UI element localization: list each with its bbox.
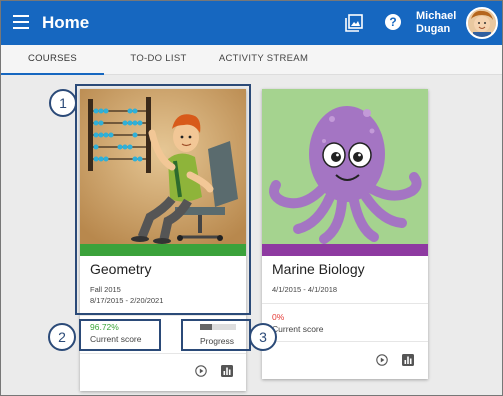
app-bar: Home ? Michael Dugan	[1, 1, 502, 45]
play-icon[interactable]	[195, 365, 207, 377]
current-score-label-marine-biology: Current score	[272, 324, 324, 334]
user-first-name: Michael	[416, 10, 457, 22]
callout-box-current-score	[79, 319, 161, 351]
tab-bar: COURSES TO-DO LIST ACTIVITY STREAM	[1, 45, 502, 75]
card-divider	[262, 303, 428, 304]
user-name[interactable]: Michael Dugan	[416, 10, 456, 36]
play-icon[interactable]	[376, 354, 388, 366]
help-icon[interactable]: ?	[385, 14, 401, 30]
course-dates-marine-biology: 4/1/2015 - 4/1/2018	[272, 285, 338, 294]
menu-icon[interactable]	[13, 15, 29, 29]
course-image-marine-biology	[262, 89, 428, 244]
tab-todo-list[interactable]: TO-DO LIST	[121, 45, 196, 75]
callout-box-progress	[181, 319, 251, 351]
current-score-value-marine-biology: 0%	[272, 312, 285, 322]
tab-activity-stream[interactable]: ACTIVITY STREAM	[211, 45, 316, 75]
user-last-name: Dugan	[416, 23, 451, 35]
gallery-icon[interactable]	[345, 14, 363, 32]
chart-icon[interactable]	[221, 365, 233, 377]
course-title-marine-biology[interactable]: Marine Biology	[272, 261, 365, 277]
callout-number: 2	[48, 323, 76, 351]
callout-number: 1	[49, 89, 77, 117]
page-title: Home	[42, 13, 90, 32]
avatar[interactable]	[466, 7, 498, 39]
card-divider	[80, 353, 246, 354]
callout-number: 3	[249, 323, 277, 351]
course-stripe-marine-biology	[262, 244, 428, 256]
tab-courses[interactable]: COURSES	[1, 45, 104, 75]
callout-box-course-card	[75, 84, 251, 315]
card-divider	[262, 341, 428, 342]
app-frame: Home ? Michael Dugan COURSES TO-DO LIST …	[0, 0, 503, 396]
course-card-marine-biology[interactable]: Marine Biology 4/1/2015 - 4/1/2018 0% Cu…	[262, 89, 428, 379]
chart-icon[interactable]	[402, 354, 414, 366]
card-divider	[80, 315, 246, 316]
